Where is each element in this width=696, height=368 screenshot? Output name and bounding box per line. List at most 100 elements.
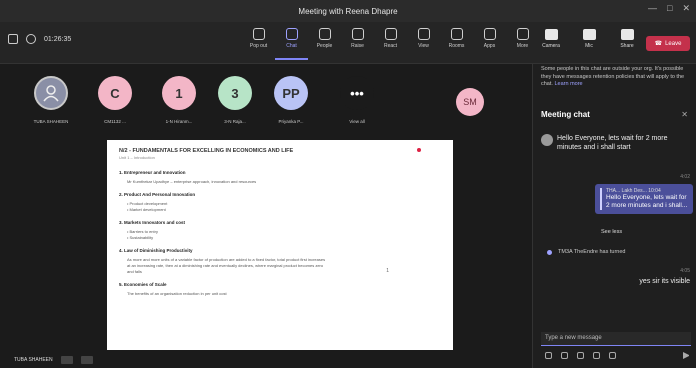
compose-tools xyxy=(545,352,616,359)
page-marker: 1 xyxy=(386,268,389,274)
raise-hand-button[interactable]: Raise xyxy=(341,26,374,60)
recording-dot xyxy=(417,148,421,152)
people-icon xyxy=(318,28,331,40)
camera-button[interactable]: Camera xyxy=(534,26,568,60)
meeting-window: Meeting with Reena Dhapre — □ ✕ 01:26:35… xyxy=(0,0,696,368)
mic-button[interactable]: Mic xyxy=(572,26,606,60)
close-chat-icon[interactable]: ✕ xyxy=(681,110,688,119)
view-button[interactable]: View xyxy=(407,26,440,60)
shield-icon[interactable] xyxy=(8,34,18,44)
participant-strip: TUBA SHAHEEN C CM1132 ... 1 1-N Hiranm..… xyxy=(0,64,532,136)
shared-document: N/2 - FUNDAMENTALS FOR EXCELLING IN ECON… xyxy=(107,140,453,350)
rooms-button[interactable]: Rooms xyxy=(440,26,473,60)
see-less-link[interactable]: See less xyxy=(601,229,622,235)
toolbar-left: 01:26:35 xyxy=(8,34,71,44)
view-all-button[interactable]: ••• View all xyxy=(326,76,388,124)
speaker-avatar: SM xyxy=(456,88,484,116)
avatar: 1 xyxy=(162,76,196,110)
avatar: C xyxy=(98,76,132,110)
self-view-name: TUBA SHAHEEN xyxy=(14,357,53,363)
participant-tile[interactable]: C CM1132 ... xyxy=(84,76,146,124)
compose-box[interactable]: Type a new message xyxy=(541,332,691,346)
info-icon xyxy=(547,249,552,255)
system-message: TM3A TheEndre has turned xyxy=(547,249,625,255)
avatar: 3 xyxy=(218,76,252,110)
chat-label: Chat xyxy=(286,43,297,49)
section-line: and falls xyxy=(127,269,142,274)
section-heading: 3. Markets Innovators and cost xyxy=(119,220,186,225)
section-line: • Sustainability xyxy=(127,235,154,240)
self-view-bar: TUBA SHAHEEN xyxy=(0,352,532,368)
chat-button[interactable]: Chat xyxy=(275,26,308,60)
pop-out-icon xyxy=(252,28,265,40)
participant-name: CM1132 ... xyxy=(104,119,126,124)
document-subtitle: Unit 1 – Introduction xyxy=(119,155,155,160)
meeting-toolbar: 01:26:35 Pop out Chat People Raise React… xyxy=(0,22,696,64)
section-heading: 2. Product And Personal Innovation xyxy=(119,192,196,197)
attach-icon[interactable] xyxy=(561,352,568,359)
section-heading: 1. Entrepreneur and Innovation xyxy=(119,170,186,175)
window-title: Meeting with Reena Dhapre xyxy=(298,6,398,16)
raise-hand-icon xyxy=(351,28,364,40)
emoji-icon[interactable] xyxy=(577,352,584,359)
meeting-timer: 01:26:35 xyxy=(44,35,72,43)
participant-tile[interactable]: 3 3-N Raja... xyxy=(204,76,266,124)
apps-button[interactable]: Apps xyxy=(473,26,506,60)
mic-label: Mic xyxy=(585,43,593,49)
phone-icon: ☎ xyxy=(654,41,663,47)
learn-more-link[interactable]: Learn more xyxy=(554,81,582,87)
gif-icon[interactable] xyxy=(593,352,600,359)
react-button[interactable]: React xyxy=(374,26,407,60)
quoted-message: THA... Lakh Des... 10:04 Hello Everyone,… xyxy=(600,188,688,210)
camera-icon xyxy=(544,29,558,40)
self-view-toggle[interactable] xyxy=(60,356,73,364)
title-bar: Meeting with Reena Dhapre — □ ✕ xyxy=(0,0,696,22)
format-icon[interactable] xyxy=(545,352,552,359)
media-controls: Camera Mic Share xyxy=(534,26,644,60)
participant-name: Priyanka P... xyxy=(278,119,304,124)
section-line: • Market development xyxy=(127,207,166,212)
section-line: Mr Kumthekar Upadhye – enterprise approa… xyxy=(127,179,257,184)
view-label: View xyxy=(418,43,429,49)
camera-label: Camera xyxy=(542,43,560,49)
more-participants-icon: ••• xyxy=(340,76,374,110)
system-text: TM3A TheEndre has turned xyxy=(558,249,626,255)
participant-name: 1-N Hiranm... xyxy=(165,119,193,124)
chat-message: Hello Everyone, lets wait for 2 more min… xyxy=(541,134,691,152)
minimize-icon[interactable]: — xyxy=(648,3,657,14)
message-time: 4:05 xyxy=(680,268,690,274)
section-heading: 5. Economies of Scale xyxy=(119,282,167,287)
avatar xyxy=(34,76,68,110)
participant-tile[interactable]: 1 1-N Hiranm... xyxy=(148,76,210,124)
participant-name: 3-N Raja... xyxy=(224,119,246,124)
rooms-label: Rooms xyxy=(448,43,465,49)
send-icon[interactable] xyxy=(683,352,690,359)
chat-heading: Meeting chat xyxy=(541,110,590,119)
leave-button[interactable]: ☎ Leave xyxy=(646,36,690,51)
document-title: N/2 - FUNDAMENTALS FOR EXCELLING IN ECON… xyxy=(119,148,294,154)
sticker-icon[interactable] xyxy=(609,352,616,359)
self-view-expand[interactable] xyxy=(80,356,93,364)
share-button[interactable]: Share xyxy=(610,26,644,60)
rooms-icon xyxy=(450,28,463,40)
people-button[interactable]: People xyxy=(308,26,341,60)
pop-out-button[interactable]: Pop out xyxy=(242,26,275,60)
section-line: The benefits of an organisation reductio… xyxy=(127,291,227,296)
apps-icon xyxy=(483,28,496,40)
window-controls: — □ ✕ xyxy=(648,3,690,14)
participant-tile[interactable]: TUBA SHAHEEN xyxy=(20,76,82,124)
avatar xyxy=(541,134,553,146)
compose-placeholder: Type a new message xyxy=(545,335,602,341)
quoted-text: Hello Everyone, lets wait for 2 more min… xyxy=(606,194,688,209)
close-window-icon[interactable]: ✕ xyxy=(682,3,690,14)
react-label: React xyxy=(383,43,398,49)
message-text: yes sir its visible xyxy=(639,278,690,285)
record-icon xyxy=(26,34,36,44)
message-time: 4:02 xyxy=(680,174,690,180)
reply-bubble: THA... Lakh Des... 10:04 Hello Everyone,… xyxy=(595,184,693,214)
maximize-icon[interactable]: □ xyxy=(667,3,672,14)
message-text: Hello Everyone, lets wait for 2 more min… xyxy=(557,135,668,151)
participant-tile[interactable]: PP Priyanka P... xyxy=(260,76,322,124)
view-all-label: View all xyxy=(349,119,365,124)
react-icon xyxy=(384,28,397,40)
